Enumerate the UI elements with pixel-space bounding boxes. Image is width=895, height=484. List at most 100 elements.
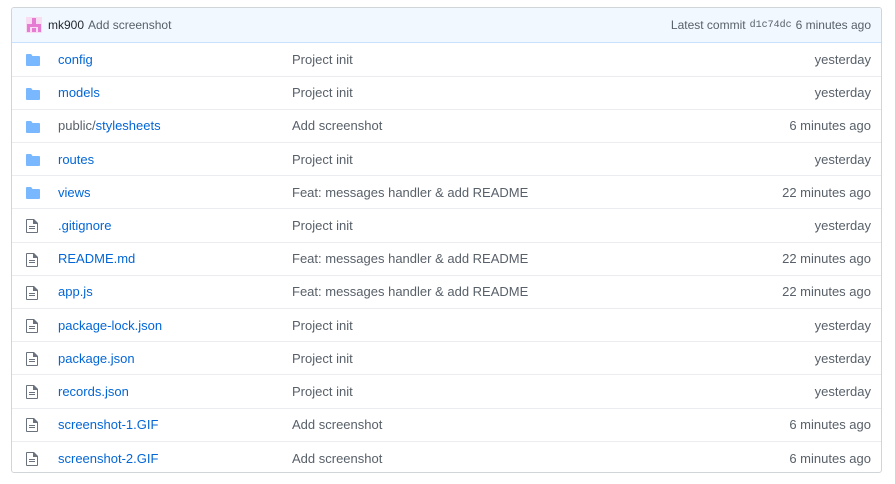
commit-age: yesterday (814, 350, 871, 366)
file-name-link[interactable]: screenshot-2.GIF (58, 451, 158, 466)
file-name-link[interactable]: README.md (58, 251, 135, 266)
file-icon (26, 451, 38, 466)
icon-cell (12, 176, 58, 209)
file-name-cell: routes (58, 143, 292, 176)
latest-commit-label: Latest commit (670, 18, 746, 32)
file-name-cell: screenshot-1.GIF (58, 408, 292, 441)
commit-message-cell[interactable]: Add screenshot (292, 408, 711, 441)
icon-cell (12, 441, 58, 472)
commit-age: yesterday (814, 151, 871, 167)
file-row-models: models Project init yesterday (12, 76, 881, 109)
commit-message-cell[interactable]: Feat: messages handler & add README (292, 275, 711, 308)
icon-cell (12, 242, 58, 275)
commit-age: yesterday (814, 218, 871, 234)
file-row-routes: routes Project init yesterday (12, 142, 881, 176)
file-row-app-js: app.js Feat: messages handler & add READ… (12, 275, 881, 308)
file-icon (26, 252, 38, 267)
commit-message-cell[interactable]: Add screenshot (292, 109, 711, 142)
commit-message-cell[interactable]: Project init (292, 76, 711, 109)
file-path-prefix[interactable]: public/ (58, 118, 96, 133)
file-name-link[interactable]: views (58, 185, 91, 200)
file-name-cell: .gitignore (58, 209, 292, 242)
file-row-config: config Project init yesterday (12, 43, 881, 76)
icon-cell (12, 209, 58, 242)
identicon-icon (26, 17, 42, 33)
icon-cell (12, 342, 58, 375)
folder-icon (26, 187, 40, 200)
avatar[interactable] (26, 17, 42, 33)
folder-icon (26, 121, 40, 134)
file-browser: mk900 Add screenshot Latest commit d1c74… (11, 7, 882, 473)
file-name-link[interactable]: .gitignore (58, 218, 111, 233)
file-icon (26, 318, 38, 333)
file-name-cell: config (58, 43, 292, 76)
file-row-screenshot-2-gif: screenshot-2.GIF Add screenshot 6 minute… (12, 441, 881, 472)
commit-message-cell[interactable]: Project init (292, 309, 711, 342)
commit-time: 6 minutes ago (795, 18, 871, 32)
icon-cell (12, 408, 58, 441)
commit-message-cell[interactable]: Project init (292, 342, 711, 375)
file-name-cell: package-lock.json (58, 309, 292, 342)
file-name-cell: records.json (58, 375, 292, 408)
icon-cell (12, 109, 58, 142)
file-name-link[interactable]: models (58, 85, 100, 100)
file-row-readme-md: README.md Feat: messages handler & add R… (12, 242, 881, 275)
commit-sha[interactable]: d1c74dc (750, 20, 792, 31)
file-name-cell: package.json (58, 342, 292, 375)
commit-message-cell[interactable]: Project init (292, 209, 711, 242)
file-icon (26, 219, 38, 234)
commit-message-cell[interactable]: Feat: messages handler & add README (292, 242, 711, 275)
icon-cell (12, 375, 58, 408)
file-name-link[interactable]: config (58, 52, 93, 67)
commit-message-cell[interactable]: Add screenshot (292, 441, 711, 472)
file-name-cell: README.md (58, 242, 292, 275)
commit-age: 22 minutes ago (782, 251, 871, 267)
commit-age: 22 minutes ago (782, 284, 871, 300)
file-name-link[interactable]: app.js (58, 284, 93, 299)
file-name-link[interactable]: screenshot-1.GIF (58, 417, 158, 432)
file-row-screenshot-1-gif: screenshot-1.GIF Add screenshot 6 minute… (12, 408, 881, 441)
commit-age: yesterday (814, 85, 871, 101)
file-name-link[interactable]: stylesheets (96, 118, 161, 133)
commit-age: 6 minutes ago (789, 450, 871, 466)
file-name-link[interactable]: routes (58, 152, 94, 167)
commit-author[interactable]: mk900 (48, 18, 84, 32)
file-name-cell: public/stylesheets (58, 109, 292, 142)
file-row-records-json: records.json Project init yesterday (12, 374, 881, 408)
commit-age: yesterday (814, 383, 871, 399)
file-icon (26, 418, 38, 433)
folder-icon (26, 54, 40, 67)
icon-cell (12, 76, 58, 109)
icon-cell (12, 275, 58, 308)
file-name-cell: app.js (58, 275, 292, 308)
folder-icon (26, 87, 40, 100)
commit-message[interactable]: Add screenshot (88, 18, 171, 32)
file-name-cell: views (58, 176, 292, 209)
commit-message-cell[interactable]: Project init (292, 43, 711, 76)
icon-cell (12, 143, 58, 176)
file-row-gitignore: .gitignore Project init yesterday (12, 208, 881, 242)
file-name-link[interactable]: package.json (58, 351, 135, 366)
commit-message-cell[interactable]: Feat: messages handler & add README (292, 176, 711, 209)
file-name-cell: models (58, 76, 292, 109)
file-row-package-json: package.json Project init yesterday (12, 341, 881, 375)
icon-cell (12, 309, 58, 342)
latest-commit-info: Latest commit d1c74dc 6 minutes ago (671, 18, 871, 32)
icon-cell (12, 43, 58, 76)
commit-message-cell[interactable]: Project init (292, 143, 711, 176)
commit-message-cell[interactable]: Project init (292, 375, 711, 408)
commit-age: 6 minutes ago (789, 417, 871, 433)
file-name-link[interactable]: package-lock.json (58, 318, 162, 333)
file-name-cell: screenshot-2.GIF (58, 441, 292, 472)
commit-age: yesterday (814, 51, 871, 67)
file-name-link[interactable]: records.json (58, 384, 129, 399)
commit-age: 22 minutes ago (782, 184, 871, 200)
file-row-views: views Feat: messages handler & add READM… (12, 175, 881, 209)
folder-icon (26, 154, 40, 167)
file-table: config Project init yesterday models Pro… (12, 43, 881, 472)
file-icon (26, 285, 38, 300)
file-row-package-lock-json: package-lock.json Project init yesterday (12, 308, 881, 342)
commit-age: 6 minutes ago (789, 118, 871, 134)
latest-commit-bar: mk900 Add screenshot Latest commit d1c74… (12, 8, 881, 43)
file-row-stylesheets: public/stylesheets Add screenshot 6 minu… (12, 109, 881, 142)
